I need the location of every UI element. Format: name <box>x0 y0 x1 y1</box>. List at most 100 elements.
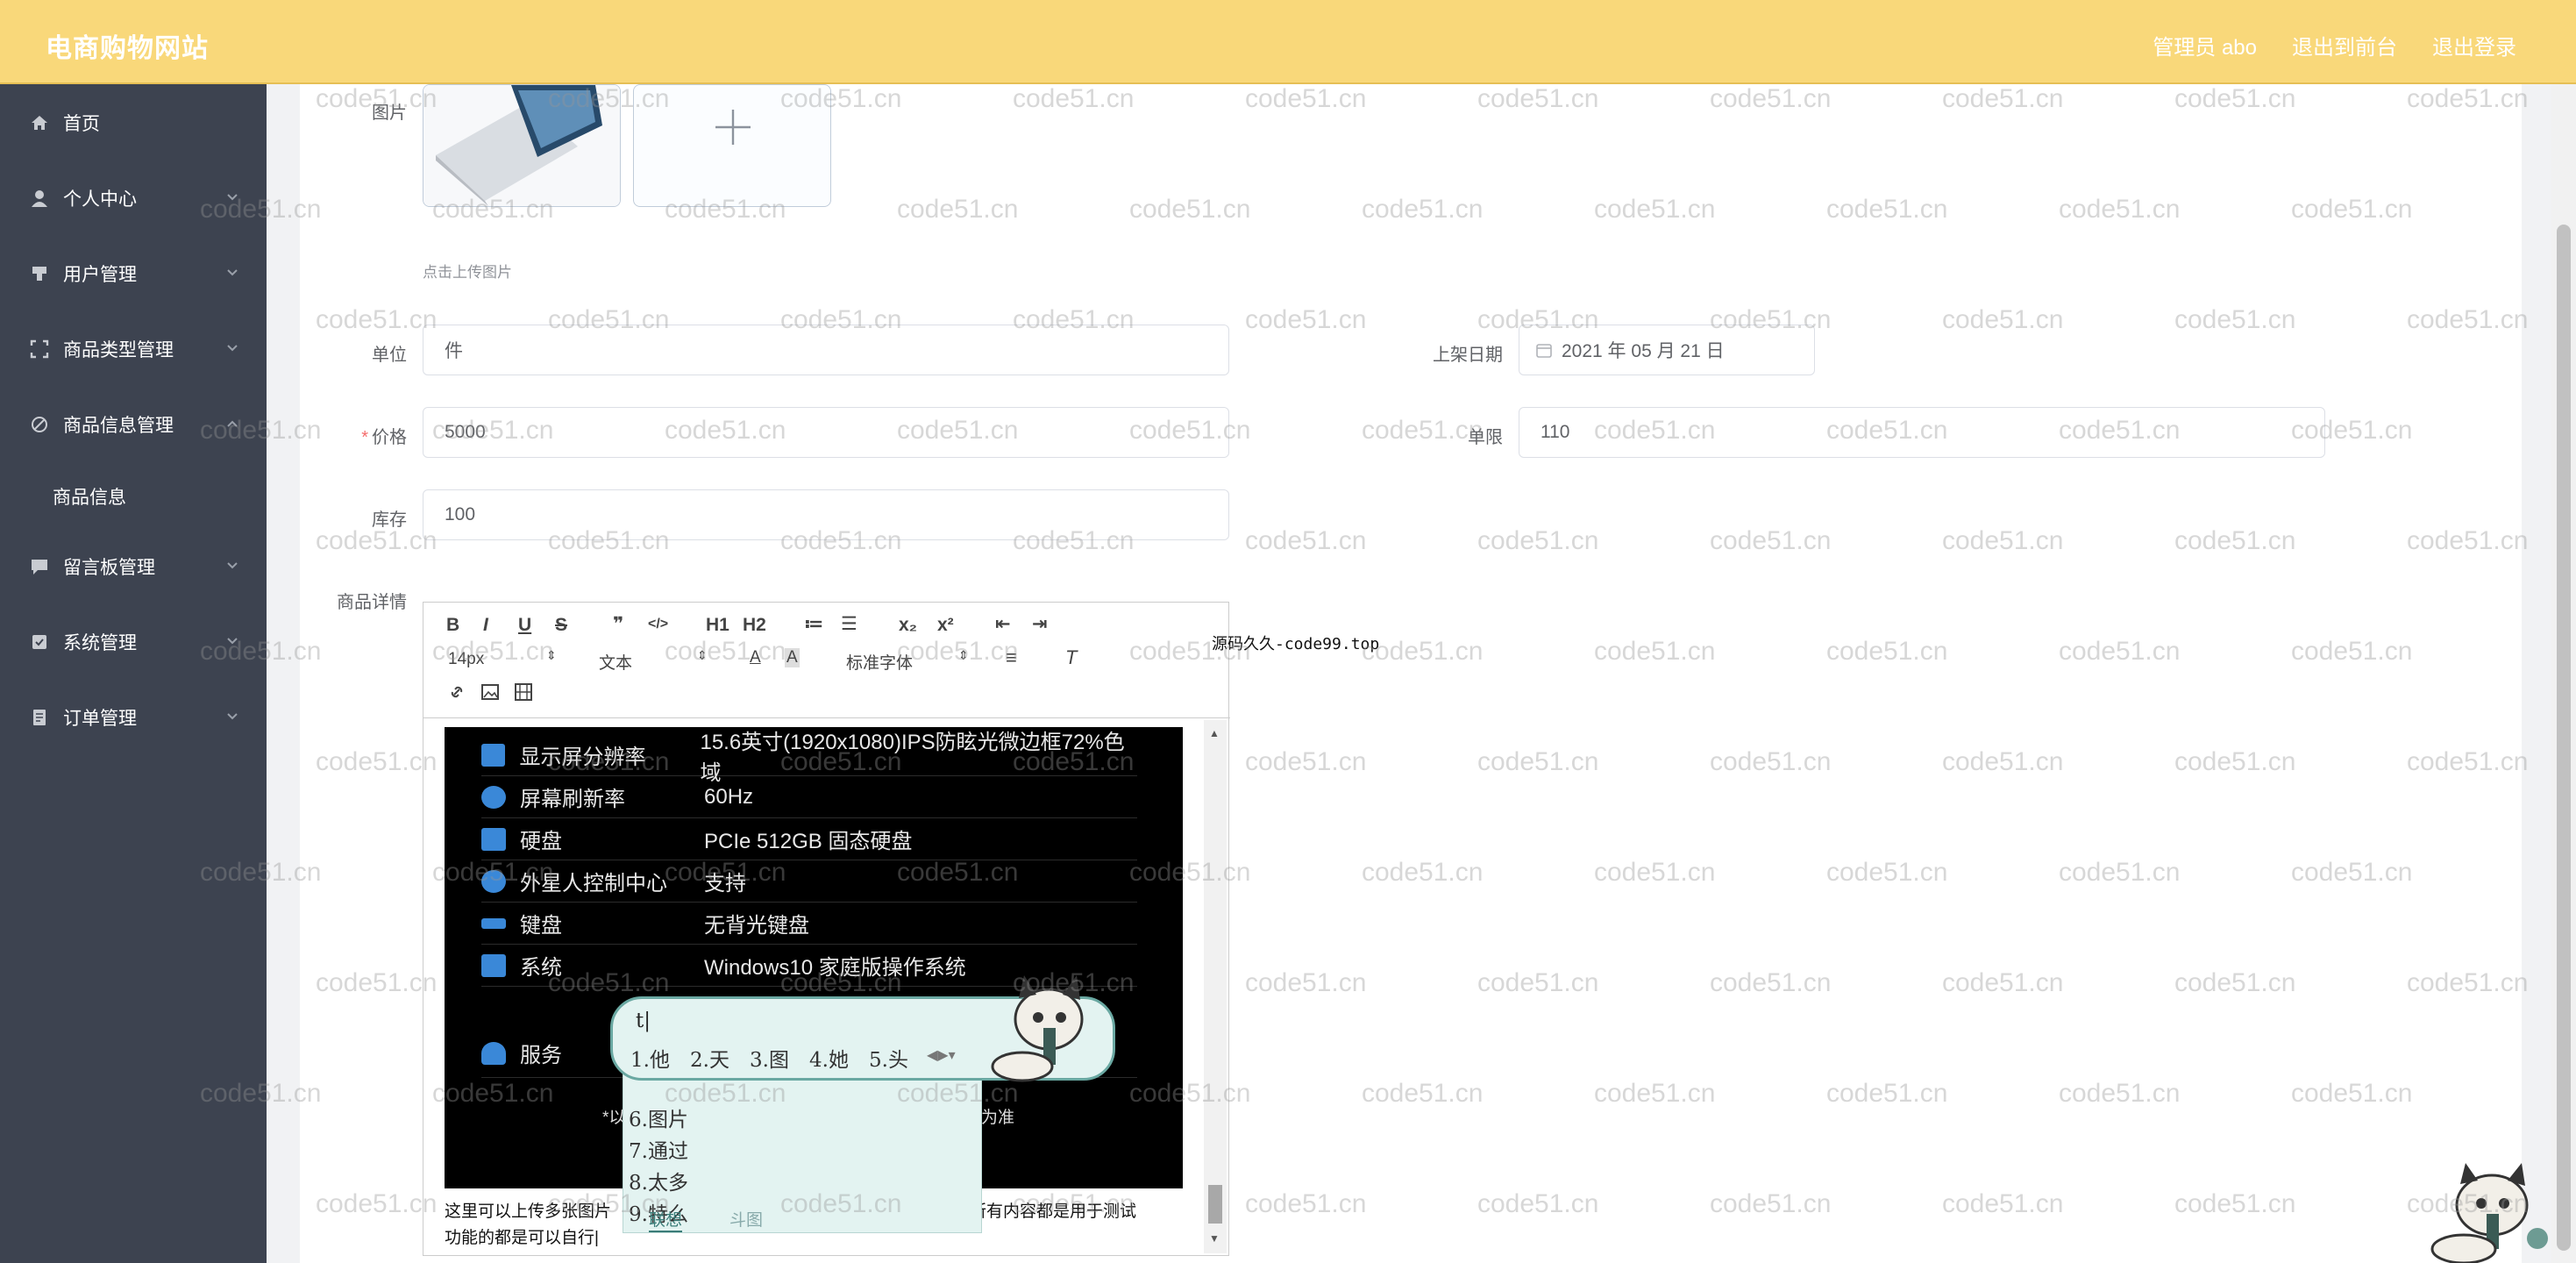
sidebar-item-home[interactable]: 首页 <box>0 96 267 149</box>
date-label: 上架日期 <box>1433 346 1503 365</box>
scroll-down-arrow-icon[interactable]: ▼ <box>1209 1232 1220 1245</box>
editor-toolbar: B I U S ❞ </> H1 H2 ≔ ☰ x₂ x² ⇤ ⇥ 14px ⇕… <box>423 603 1230 718</box>
sidebar-item-label: 系统管理 <box>63 633 137 653</box>
users-icon <box>30 264 49 283</box>
ime-candidate[interactable]: 4.她 <box>809 1043 849 1073</box>
link-icon[interactable] <box>446 681 467 703</box>
product-icon <box>30 415 49 434</box>
image-icon[interactable] <box>480 681 501 703</box>
go-frontend-link[interactable]: 退出到前台 <box>2292 30 2397 61</box>
sidebar-item-label: 个人中心 <box>63 189 137 210</box>
background-color-button[interactable]: A <box>785 648 800 667</box>
sidebar-item-label: 商品信息 <box>53 488 126 508</box>
editor-text-line1-left: 这里可以上传多张图片 <box>445 1202 612 1221</box>
ime-tab-sticker[interactable]: 斗图 <box>729 1207 763 1231</box>
align-icon[interactable]: ≡ <box>1006 646 1017 669</box>
sidebar-item-messages[interactable]: 留言板管理 <box>0 540 267 593</box>
control-center-icon <box>481 869 506 893</box>
plus-icon <box>715 110 751 145</box>
header-select[interactable]: 文本 <box>599 650 632 674</box>
calendar-icon <box>1536 344 1552 358</box>
ime-candidate[interactable]: 7.通过 <box>629 1134 688 1164</box>
editor-scroll-thumb[interactable] <box>1208 1185 1222 1224</box>
upload-add-button[interactable] <box>633 84 831 207</box>
h1-button[interactable]: H1 <box>706 615 729 636</box>
ime-candidate-popup: 6.图片 7.通过 8.太多 9.特么 t| 1.他 2.天 3.图 4.她 5… <box>610 975 1115 1233</box>
ordered-list-button[interactable]: ≔ <box>804 613 823 635</box>
superscript-button[interactable]: x² <box>937 615 954 636</box>
category-icon <box>30 339 49 359</box>
editor-text-line2: 功能的都是可以自行 <box>445 1229 595 1247</box>
chevron-down-icon <box>227 562 238 569</box>
image-label: 图片 <box>372 103 407 123</box>
logout-link[interactable]: 退出登录 <box>2432 30 2516 61</box>
font-size-select[interactable]: 14px <box>448 650 484 669</box>
display-icon <box>481 743 506 767</box>
indent-button[interactable]: ⇥ <box>1032 613 1048 635</box>
clear-format-icon[interactable]: T <box>1065 646 1077 669</box>
order-icon <box>30 708 49 727</box>
price-label: * 价格 <box>333 423 407 448</box>
font-family-select[interactable]: 标准字体 <box>846 650 913 674</box>
outdent-button[interactable]: ⇤ <box>995 613 1011 635</box>
stock-label: 库存 <box>372 510 407 530</box>
sidebar-item-products[interactable]: 商品信息管理 <box>0 398 267 451</box>
text-color-button[interactable]: A <box>750 648 761 667</box>
spec-row: 屏幕刷新率 60Hz <box>481 776 1137 818</box>
sidebar-item-label: 商品类型管理 <box>63 340 174 360</box>
bold-button[interactable]: B <box>446 615 459 636</box>
strike-button[interactable]: S <box>555 615 567 636</box>
price-value: 5000 <box>445 422 486 442</box>
ime-tab-associate[interactable]: 联想 <box>649 1207 683 1232</box>
subscript-button[interactable]: x₂ <box>899 615 917 636</box>
italic-button[interactable]: I <box>483 615 488 636</box>
uploaded-image-thumbnail[interactable] <box>423 84 621 207</box>
sidebar-item-orders[interactable]: 订单管理 <box>0 691 267 744</box>
spec-row: 显示屏分辨率 15.6英寸(1920x1080)IPS防眩光微边框72%色域 <box>481 731 1137 785</box>
page-scrollbar[interactable] <box>2551 84 2576 1263</box>
spec-row: 键盘 无背光键盘 <box>481 903 1137 945</box>
home-icon <box>30 113 49 132</box>
underline-button[interactable]: U <box>518 615 531 636</box>
sidebar-item-label: 订单管理 <box>63 709 137 729</box>
h2-button[interactable]: H2 <box>743 615 766 636</box>
bullet-list-button[interactable]: ☰ <box>841 613 857 635</box>
video-icon[interactable] <box>513 681 534 703</box>
ime-candidate[interactable]: 1.他 <box>630 1043 670 1073</box>
stock-value: 100 <box>445 504 476 524</box>
code-block-button[interactable]: </> <box>648 617 668 632</box>
required-mark: * <box>361 428 368 447</box>
ime-mascot-icon <box>991 975 1084 1082</box>
ime-input-text: t| <box>636 1010 651 1032</box>
chevron-down-icon <box>227 345 238 352</box>
ime-page-arrows-icon[interactable]: ◀▶▾ <box>927 1046 956 1064</box>
price-input[interactable]: 5000 <box>423 407 1229 458</box>
ime-candidate[interactable]: 3.图 <box>750 1043 789 1073</box>
ime-candidate[interactable]: 5.头 <box>869 1043 908 1073</box>
ime-candidate[interactable]: 6.图片 <box>629 1102 688 1132</box>
chevron-updown-icon: ⇕ <box>958 648 969 662</box>
promo-text: 源码久久-code99.top <box>1212 635 1380 653</box>
page-scroll-thumb[interactable] <box>2557 225 2571 1251</box>
sidebar-item-users[interactable]: 用户管理 <box>0 247 267 300</box>
ime-candidate[interactable]: 8.太多 <box>629 1166 688 1195</box>
stock-input[interactable]: 100 <box>423 489 1229 540</box>
blockquote-button[interactable]: ❞ <box>613 613 623 635</box>
unit-input[interactable]: 件 <box>423 325 1229 375</box>
chevron-updown-icon: ⇕ <box>697 648 708 662</box>
scroll-up-arrow-icon[interactable]: ▲ <box>1209 727 1220 739</box>
sidebar-item-profile[interactable]: 个人中心 <box>0 172 267 225</box>
editor-scrollbar[interactable]: ▲ ▼ <box>1204 720 1227 1253</box>
sidebar-item-category[interactable]: 商品类型管理 <box>0 323 267 375</box>
sidebar-item-system[interactable]: 系统管理 <box>0 616 267 668</box>
admin-user-link[interactable]: 管理员 abo <box>2153 30 2257 61</box>
sidebar-subitem-product-info[interactable]: 商品信息 <box>0 470 267 523</box>
service-icon <box>481 1041 506 1065</box>
spec-row: 外星人控制中心 支持 <box>481 860 1137 903</box>
limit-input[interactable]: 110 <box>1519 407 2325 458</box>
date-picker[interactable]: 2021 年 05 月 21 日 <box>1519 325 1815 375</box>
chevron-updown-icon: ⇕ <box>546 648 557 662</box>
site-title: 电商购物网站 <box>46 34 209 63</box>
unit-label: 单位 <box>372 346 407 365</box>
ime-candidate[interactable]: 2.天 <box>690 1043 729 1073</box>
